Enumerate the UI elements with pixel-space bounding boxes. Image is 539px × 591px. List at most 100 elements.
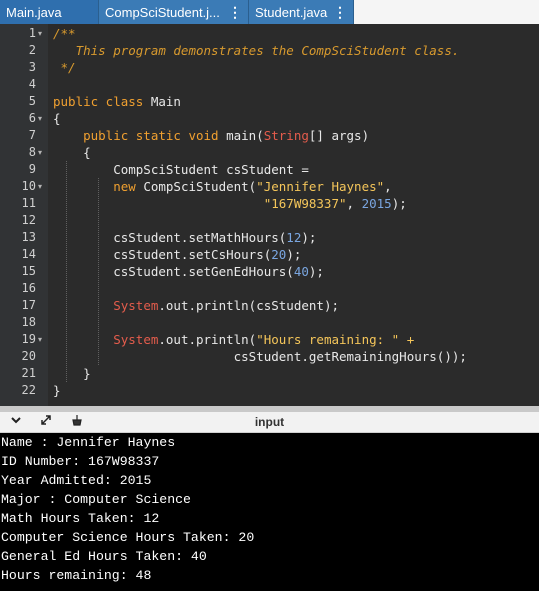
code-token: .out.println(	[158, 332, 257, 347]
code-line: 7 public static void main(String[] args)	[0, 127, 539, 144]
fold-toggle-icon[interactable]: ▾	[38, 144, 42, 161]
code-token: }	[53, 383, 61, 398]
code-line: 9 CompSciStudent csStudent =	[0, 161, 539, 178]
code-token: ,	[346, 196, 362, 211]
code-text: "167W98337", 2015);	[53, 195, 407, 212]
fold-toggle-icon[interactable]: ▾	[38, 110, 42, 127]
code-line: 17 System.out.println(csStudent);	[0, 297, 539, 314]
code-token: csStudent.getRemainingHours());	[53, 349, 467, 364]
tab-bar-empty-area	[354, 0, 539, 24]
fold-toggle-icon[interactable]: ▾	[38, 178, 42, 195]
code-line: 16	[0, 280, 539, 297]
code-line: 14 csStudent.setCsHours(20);	[0, 246, 539, 263]
code-line: 1 ▾ /**	[0, 25, 539, 42]
broom-icon[interactable]	[68, 414, 84, 430]
code-text: System.out.println(csStudent);	[53, 297, 339, 314]
expand-arrows-icon[interactable]	[38, 414, 54, 430]
indent-guide	[98, 178, 99, 365]
code-token: */	[53, 60, 76, 75]
code-line: 5 public class Main	[0, 93, 539, 110]
code-token: CompSciStudent(	[135, 179, 257, 194]
code-line: 18	[0, 314, 539, 331]
console-line: Math Hours Taken: 12	[1, 511, 160, 526]
code-token: csStudent.setMathHours(	[53, 230, 287, 245]
code-token: );	[286, 247, 302, 262]
tab-menu-icon[interactable]: ⋮	[224, 4, 242, 21]
console-line: Hours remaining: 48	[1, 568, 152, 583]
code-text: csStudent.setMathHours(12);	[53, 229, 316, 246]
line-number: 18	[21, 315, 36, 329]
code-token: Main	[143, 94, 181, 109]
line-number: 22	[21, 383, 36, 397]
code-text: }	[53, 365, 91, 382]
fold-toggle-icon[interactable]: ▾	[38, 331, 42, 348]
line-number: 2	[28, 43, 36, 57]
code-token: CompSciStudent csStudent =	[53, 162, 309, 177]
code-token: main(	[218, 128, 264, 143]
code-line: 12	[0, 212, 539, 229]
code-line: 10 ▾ new CompSciStudent("Jennifer Haynes"…	[0, 178, 539, 195]
code-token: );	[308, 264, 324, 279]
code-text: public class Main	[53, 93, 181, 110]
code-text: }	[53, 382, 61, 399]
indent-guide	[66, 161, 67, 382]
line-number: 12	[21, 213, 36, 227]
console-line: General Ed Hours Taken: 40	[1, 549, 207, 564]
code-line: 20 csStudent.getRemainingHours());	[0, 348, 539, 365]
tab-bar: Main.java CompSciStudent.j... ⋮ Student.…	[0, 0, 539, 24]
tab-student-java[interactable]: Student.java ⋮	[249, 0, 354, 24]
code-token: 12	[286, 230, 302, 245]
code-token: {	[53, 145, 91, 160]
code-token: System	[113, 298, 159, 313]
code-token: public static void	[53, 128, 219, 143]
fold-toggle-icon[interactable]: ▾	[38, 25, 42, 42]
chevron-down-icon[interactable]	[8, 414, 24, 430]
code-token: );	[301, 230, 317, 245]
line-number: 7	[28, 128, 36, 142]
code-line: 15 csStudent.setGenEdHours(40);	[0, 263, 539, 280]
console-line: Name : Jennifer Haynes	[1, 435, 176, 450]
line-number: 5	[28, 94, 36, 108]
line-number: 20	[21, 349, 36, 363]
code-text: CompSciStudent csStudent =	[53, 161, 309, 178]
code-token: [] args)	[308, 128, 370, 143]
code-text: csStudent.setCsHours(20);	[53, 246, 301, 263]
code-line: 2 This program demonstrates the CompSciS…	[0, 42, 539, 59]
code-text: csStudent.getRemainingHours());	[53, 348, 467, 365]
line-number: 13	[21, 230, 36, 244]
code-text: {	[53, 144, 91, 161]
code-token: csStudent.setCsHours(	[53, 247, 272, 262]
code-token: "167W98337"	[263, 196, 347, 211]
code-line: 8 ▾ {	[0, 144, 539, 161]
code-text: public static void main(String[] args)	[53, 127, 369, 144]
line-number: 21	[21, 366, 36, 380]
code-text: csStudent.setGenEdHours(40);	[53, 263, 324, 280]
code-line: 6 ▾ {	[0, 110, 539, 127]
console-line: Year Admitted: 2015	[1, 473, 152, 488]
tab-menu-icon[interactable]: ⋮	[329, 4, 347, 21]
code-token: 20	[271, 247, 287, 262]
console-toolbar: input	[0, 412, 539, 433]
console-output[interactable]: Name : Jennifer Haynes ID Number: 167W983…	[0, 433, 539, 591]
line-number: 3	[28, 60, 36, 74]
code-token: {	[53, 111, 61, 126]
code-line: 11 "167W98337", 2015);	[0, 195, 539, 212]
code-token: "Jennifer Haynes"	[256, 179, 385, 194]
code-token: ,	[384, 179, 392, 194]
code-line: 22}	[0, 382, 539, 399]
line-number: 6	[28, 111, 36, 125]
console-line: ID Number: 167W98337	[1, 454, 160, 469]
tab-label: Student.java	[255, 4, 328, 20]
code-editor[interactable]: 1 ▾/** 2 This program demonstrates the Com…	[0, 24, 539, 406]
code-token: }	[53, 366, 91, 381]
line-number: 9	[28, 162, 36, 176]
code-token: /**	[53, 26, 76, 41]
tab-main-java[interactable]: Main.java	[0, 0, 99, 24]
tab-label: CompSciStudent.j...	[105, 4, 220, 20]
code-token: );	[391, 196, 407, 211]
tab-compscistudent-java[interactable]: CompSciStudent.j... ⋮	[99, 0, 249, 24]
line-number: 15	[21, 264, 36, 278]
